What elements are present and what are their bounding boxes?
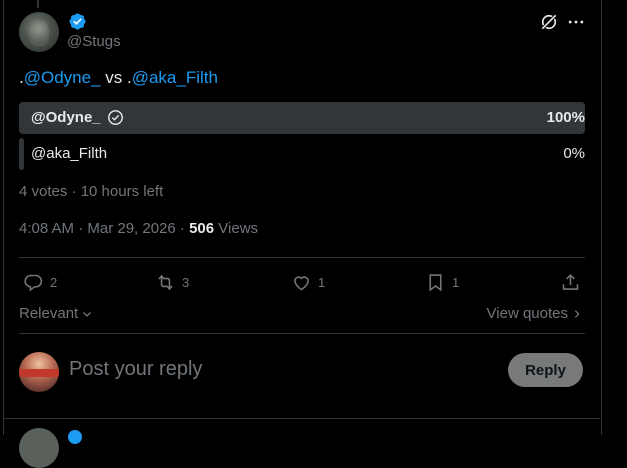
poll-result-bar bbox=[19, 138, 24, 170]
divider bbox=[3, 418, 600, 419]
poll-option-label: @aka_Filth bbox=[31, 145, 107, 162]
poll-percent: 100% bbox=[546, 109, 585, 126]
reply-count: 2 bbox=[50, 274, 58, 290]
avatar-graphic bbox=[19, 369, 59, 377]
like-count: 1 bbox=[318, 274, 326, 290]
chevron-right-icon bbox=[574, 309, 580, 318]
poll-option: @Odyne_ 100% bbox=[19, 102, 585, 134]
repost-count: 3 bbox=[182, 274, 190, 290]
mention-link[interactable]: @aka_Filth bbox=[132, 68, 218, 87]
share-icon bbox=[562, 273, 579, 290]
divider bbox=[19, 333, 585, 334]
verified-badge-icon bbox=[69, 13, 86, 30]
reply-input[interactable]: Post your reply bbox=[69, 358, 202, 381]
repost-action[interactable]: 3 bbox=[155, 270, 189, 294]
like-action[interactable]: 1 bbox=[291, 270, 325, 294]
poll-option-label: @Odyne_ bbox=[31, 109, 124, 126]
poll-option-text: @aka_Filth bbox=[31, 145, 108, 162]
view-quotes-label: View quotes bbox=[486, 305, 568, 322]
post-text: .@Odyne_ vs .@aka_Filth bbox=[19, 68, 218, 88]
thread-line bbox=[37, 0, 39, 8]
author-handle[interactable]: @Stugs bbox=[67, 33, 121, 50]
poll-percent: 0% bbox=[563, 145, 585, 162]
next-post-avatar[interactable] bbox=[19, 428, 59, 468]
heart-icon bbox=[294, 275, 309, 290]
view-quotes-link[interactable]: View quotes bbox=[487, 305, 582, 322]
poll-meta: 4 votes · 10 hours left bbox=[19, 183, 164, 200]
post-timestamp[interactable]: 4:08 AM · Mar 29, 2026 · 506 Views bbox=[19, 220, 258, 237]
sort-label: Relevant bbox=[19, 305, 79, 322]
text-mid: vs . bbox=[100, 68, 132, 87]
views-count: 506 bbox=[189, 220, 215, 237]
user-avatar[interactable] bbox=[19, 352, 59, 392]
reply-icon bbox=[24, 274, 43, 292]
reply-action[interactable]: 2 bbox=[23, 270, 57, 294]
more-options-icon[interactable] bbox=[566, 12, 586, 32]
divider bbox=[19, 257, 585, 258]
reply-button[interactable]: Reply bbox=[508, 353, 583, 387]
bookmark-icon bbox=[429, 273, 442, 292]
time-date[interactable]: 4:08 AM · Mar 29, 2026 · bbox=[19, 220, 189, 237]
action-bar: 2 3 1 1 bbox=[19, 270, 585, 294]
repost-icon bbox=[158, 274, 173, 290]
poll-option-text: @Odyne_ bbox=[31, 109, 101, 126]
check-circle-icon bbox=[107, 110, 123, 125]
author-avatar[interactable] bbox=[19, 12, 59, 52]
share-action[interactable] bbox=[560, 270, 581, 294]
chevron-down-icon bbox=[83, 311, 92, 317]
sort-dropdown[interactable]: Relevant bbox=[19, 305, 93, 322]
poll-option: @aka_Filth 0% bbox=[19, 138, 585, 170]
bookmark-count: 1 bbox=[452, 274, 460, 290]
views-label: Views bbox=[214, 220, 259, 237]
grok-icon[interactable] bbox=[539, 12, 559, 32]
mention-link[interactable]: @Odyne_ bbox=[24, 68, 101, 87]
verified-badge-icon bbox=[68, 430, 82, 444]
bookmark-action[interactable]: 1 bbox=[425, 270, 459, 294]
